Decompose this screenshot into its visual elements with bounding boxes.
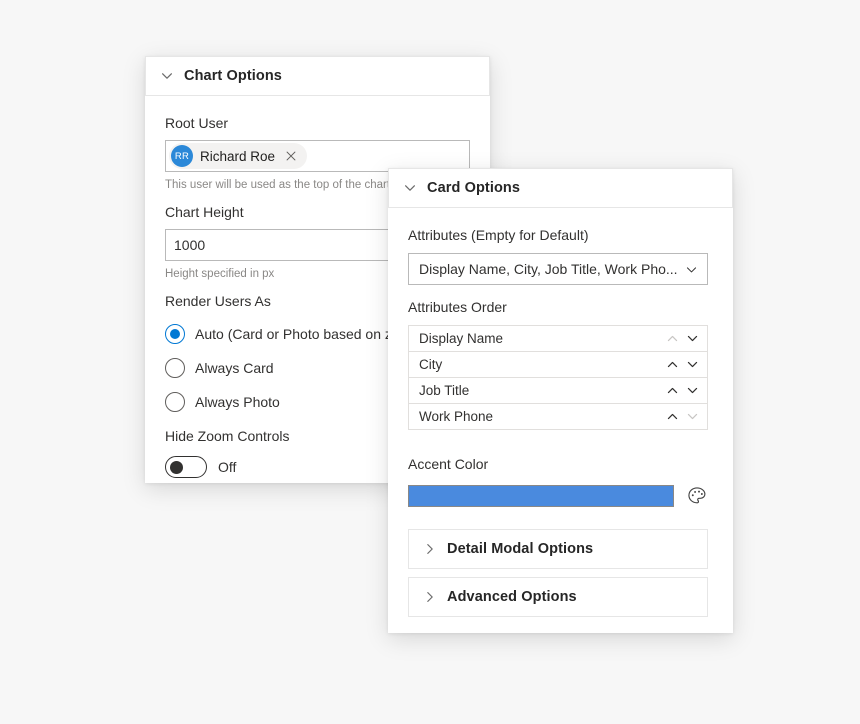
card-options-header[interactable]: Card Options [388, 168, 733, 208]
order-list-item[interactable]: Job Title [409, 378, 707, 404]
order-item-label: Work Phone [419, 409, 494, 424]
attributes-label: Attributes (Empty for Default) [408, 227, 589, 243]
chevron-down-icon[interactable] [686, 358, 699, 371]
order-item-label: City [419, 357, 443, 372]
radio-indicator-auto [165, 324, 185, 344]
chevron-up-icon[interactable] [666, 384, 679, 397]
chart-options-header[interactable]: Chart Options [145, 56, 490, 96]
radio-label-always-card: Always Card [195, 360, 274, 376]
chevron-up-icon[interactable] [666, 332, 679, 345]
person-name: Richard Roe [200, 148, 276, 164]
accent-color-label: Accent Color [408, 456, 489, 472]
card-options-body: Attributes (Empty for Default) Display N… [388, 208, 733, 507]
chevron-down-icon [686, 266, 697, 272]
order-item-arrows [666, 358, 699, 371]
chart-height-value: 1000 [174, 237, 206, 253]
order-list-item[interactable]: Display Name [409, 326, 707, 352]
order-item-label: Job Title [419, 383, 470, 398]
attributes-order-label: Attributes Order [408, 299, 507, 315]
attributes-dropdown[interactable]: Display Name, City, Job Title, Work Pho.… [408, 253, 708, 285]
chevron-down-icon[interactable] [686, 410, 699, 423]
attributes-dropdown-value: Display Name, City, Job Title, Work Pho.… [419, 261, 677, 277]
advanced-options-title: Advanced Options [447, 589, 577, 605]
chevron-down-icon [162, 73, 172, 79]
hide-zoom-controls-toggle[interactable] [165, 456, 207, 478]
order-list-item[interactable]: City [409, 352, 707, 378]
card-options-panel: Card Options Attributes (Empty for Defau… [388, 168, 733, 633]
chevron-down-icon[interactable] [686, 384, 699, 397]
chevron-up-icon[interactable] [666, 358, 679, 371]
toggle-state-label: Off [218, 459, 237, 475]
palette-icon[interactable] [686, 485, 708, 507]
detail-modal-options-title: Detail Modal Options [447, 541, 594, 557]
accent-color-swatch[interactable] [408, 485, 674, 507]
order-item-arrows [666, 384, 699, 397]
close-icon[interactable] [284, 149, 298, 163]
toggle-knob [170, 460, 183, 474]
attributes-order-list: Display Name City Job Title Work Phone [408, 325, 708, 430]
avatar: RR [171, 145, 193, 167]
order-item-arrows [666, 332, 699, 345]
chart-options-title: Chart Options [184, 68, 282, 84]
order-list-item[interactable]: Work Phone [409, 404, 707, 430]
order-item-label: Display Name [419, 331, 504, 346]
order-item-arrows [666, 410, 699, 423]
card-options-title: Card Options [427, 180, 521, 196]
radio-label-always-photo: Always Photo [195, 394, 280, 410]
accent-color-row [408, 485, 708, 507]
chevron-right-icon [427, 544, 433, 554]
chevron-down-icon[interactable] [686, 332, 699, 345]
chevron-up-icon[interactable] [666, 410, 679, 423]
chevron-down-icon [405, 185, 415, 191]
advanced-options-header[interactable]: Advanced Options [408, 577, 708, 617]
detail-modal-options-header[interactable]: Detail Modal Options [408, 529, 708, 569]
person-chip[interactable]: RR Richard Roe [169, 143, 308, 169]
root-user-label: Root User [165, 115, 229, 131]
radio-indicator-always-photo [165, 392, 185, 412]
chevron-right-icon [427, 592, 433, 602]
radio-indicator-always-card [165, 358, 185, 378]
collapsed-sections: Detail Modal Options Advanced Options [388, 529, 733, 617]
